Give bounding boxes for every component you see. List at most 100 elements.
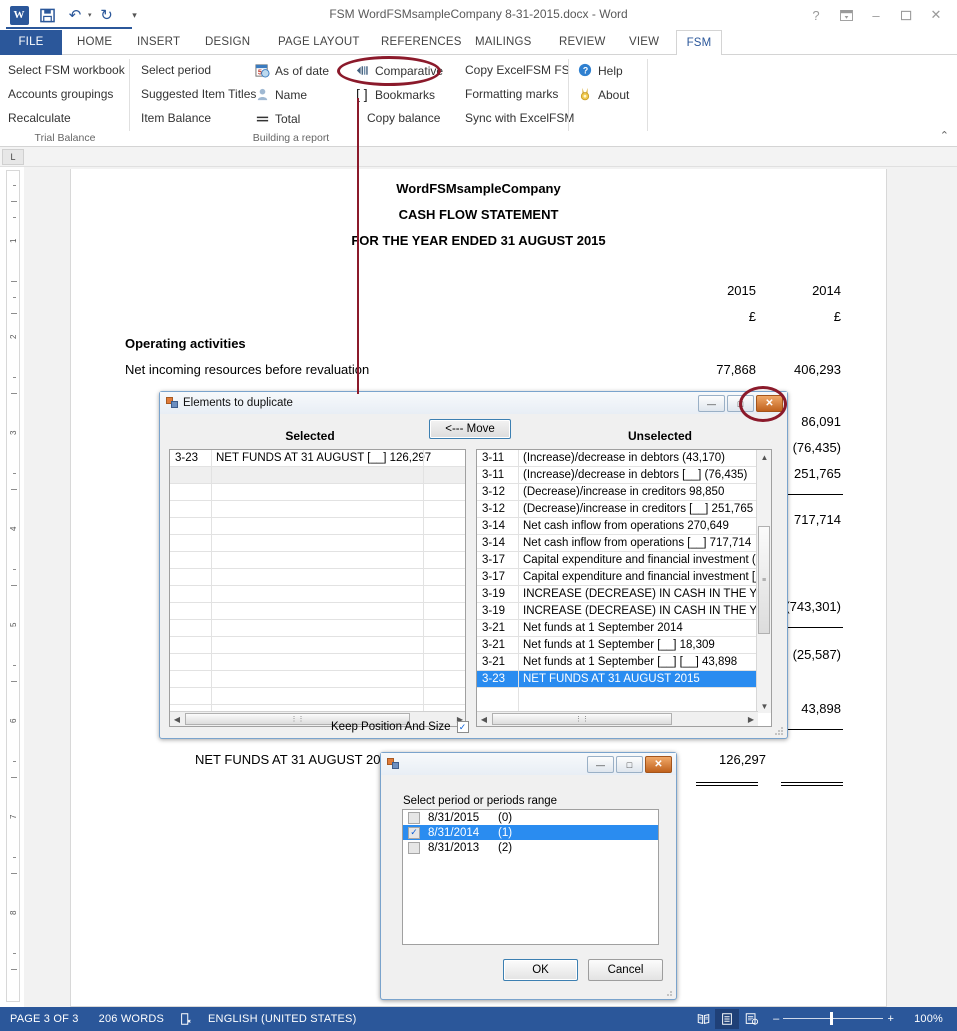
period-list-item[interactable]: 8/31/2013 (2): [403, 840, 658, 855]
select-fsm-workbook-button[interactable]: Select FSM workbook: [8, 63, 125, 77]
selected-list-row-empty[interactable]: [170, 569, 465, 586]
unselected-list-row[interactable]: 3-21 Net funds at 1 September [__] [__] 4…: [477, 654, 771, 671]
item-balance-button[interactable]: Item Balance: [141, 111, 211, 125]
dialog-window-buttons[interactable]: — □ ✕: [698, 395, 783, 412]
resize-gripper-icon[interactable]: [774, 726, 784, 736]
minimize-button[interactable]: –: [861, 5, 891, 25]
name-button[interactable]: Name: [255, 87, 307, 103]
tab-file[interactable]: FILE: [0, 30, 62, 55]
ribbon-display-options-button[interactable]: [831, 5, 861, 25]
selected-list-row-empty[interactable]: [170, 501, 465, 518]
dialog-window-buttons[interactable]: — □ ✕: [587, 756, 672, 773]
ok-button[interactable]: OK: [503, 959, 578, 981]
unselected-list-row[interactable]: 3-21 Net funds at 1 September 2014: [477, 620, 771, 637]
tab-home[interactable]: HOME: [68, 30, 121, 55]
tab-fsm[interactable]: FSM: [676, 30, 722, 56]
page-indicator[interactable]: PAGE 3 OF 3: [0, 1013, 89, 1025]
selected-list[interactable]: 3-23 NET FUNDS AT 31 AUGUST [__] 126,297…: [169, 449, 466, 727]
as-of-date-button[interactable]: 5 As of date: [255, 63, 329, 79]
selected-list-row-empty[interactable]: [170, 688, 465, 705]
unselected-list-row[interactable]: 3-23 NET FUNDS AT 31 AUGUST 2015: [477, 671, 771, 688]
resize-gripper-icon[interactable]: [663, 987, 673, 997]
tab-selector-button[interactable]: L: [2, 149, 24, 165]
tab-review[interactable]: REVIEW: [550, 30, 615, 55]
unselected-list[interactable]: 3-11 (Increase)/decrease in debtors (43,1…: [476, 449, 772, 727]
comparative-button[interactable]: Comparative: [355, 63, 443, 79]
selected-list-row-empty[interactable]: [170, 484, 465, 501]
language-indicator[interactable]: ENGLISH (UNITED STATES): [198, 1013, 366, 1025]
scroll-thumb[interactable]: ⋮⋮: [492, 713, 672, 725]
unselected-list-row[interactable]: 3-19 INCREASE (DECREASE) IN CASH IN THE Y…: [477, 586, 771, 603]
collapse-ribbon-button[interactable]: ⌃: [940, 129, 949, 142]
help-button[interactable]: ? Help: [578, 63, 623, 79]
unselected-list-row[interactable]: 3-21 Net funds at 1 September [__] 18,309: [477, 637, 771, 654]
cancel-button[interactable]: Cancel: [588, 959, 663, 981]
restore-button[interactable]: [891, 5, 921, 25]
minimize-button[interactable]: —: [698, 395, 725, 412]
selected-list-row-empty[interactable]: [170, 603, 465, 620]
period-list-item[interactable]: 8/31/2015 (0): [403, 810, 658, 825]
tab-references[interactable]: REFERENCES: [372, 30, 471, 55]
about-button[interactable]: About: [578, 87, 629, 103]
unselected-list-row[interactable]: 3-19 INCREASE (DECREASE) IN CASH IN THE Y…: [477, 603, 771, 620]
print-layout-icon[interactable]: [715, 1009, 740, 1029]
period-checkbox[interactable]: ✓: [408, 826, 420, 839]
unselected-list-row[interactable]: 3-12 (Decrease)/increase in creditors [__…: [477, 501, 771, 518]
tab-design[interactable]: DESIGN: [196, 30, 259, 55]
scroll-left-arrow[interactable]: ◀: [170, 713, 184, 726]
zoom-slider-thumb[interactable]: [830, 1012, 834, 1025]
period-checkbox[interactable]: [408, 811, 420, 824]
unselected-list-row[interactable]: 3-14 Net cash inflow from operations 270,…: [477, 518, 771, 535]
zoom-in-button[interactable]: +: [883, 1013, 904, 1025]
selected-list-row-empty[interactable]: [170, 518, 465, 535]
selected-list-row-empty[interactable]: [170, 535, 465, 552]
unselected-list-row[interactable]: 3-17 Capital expenditure and financial in…: [477, 552, 771, 569]
tab-page-layout[interactable]: PAGE LAYOUT: [269, 30, 369, 55]
web-layout-icon[interactable]: [739, 1009, 763, 1029]
unselected-list-row[interactable]: 3-12 (Decrease)/increase in creditors 98,…: [477, 484, 771, 501]
unselected-list-row[interactable]: 3-11 (Increase)/decrease in debtors (43,1…: [477, 450, 771, 467]
selected-list-row[interactable]: 3-23 NET FUNDS AT 31 AUGUST [__] 126,297: [170, 450, 465, 467]
zoom-slider[interactable]: [783, 1012, 884, 1026]
period-list-item[interactable]: ✓ 8/31/2014 (1): [403, 825, 658, 840]
copy-excelfsm-fs-button[interactable]: Copy ExcelFSM FS: [465, 63, 570, 77]
scroll-left-arrow[interactable]: ◀: [477, 713, 491, 726]
suggested-item-titles-button[interactable]: Suggested Item Titles: [141, 87, 256, 101]
elements-to-duplicate-dialog[interactable]: Elements to duplicate — □ ✕ Selected Uns…: [159, 391, 788, 739]
recalculate-button[interactable]: Recalculate: [8, 111, 71, 125]
unselected-list-row[interactable]: 3-11 (Increase)/decrease in debtors [__] …: [477, 467, 771, 484]
total-button[interactable]: Total: [255, 111, 300, 127]
selected-list-row-empty[interactable]: [170, 467, 465, 484]
unselected-list-row[interactable]: 3-17 Capital expenditure and financial in…: [477, 569, 771, 586]
formatting-marks-button[interactable]: Formatting marks: [465, 87, 558, 101]
scroll-down-arrow[interactable]: ▼: [757, 699, 771, 713]
unselected-list-vscrollbar[interactable]: ▲ ≡ ▼: [756, 450, 771, 713]
dialog-title-bar[interactable]: — □ ✕: [381, 753, 676, 775]
selected-list-row-empty[interactable]: [170, 671, 465, 688]
unselected-list-row[interactable]: 3-14 Net cash inflow from operations [__]…: [477, 535, 771, 552]
close-button[interactable]: ✕: [645, 756, 672, 773]
zoom-level[interactable]: 100%: [904, 1013, 957, 1025]
select-period-button[interactable]: Select period: [141, 63, 211, 77]
keep-position-and-size-row[interactable]: Keep Position And Size ✓: [331, 721, 469, 733]
window-controls[interactable]: ? – ✕: [801, 5, 951, 25]
sync-with-excelfsm-button[interactable]: Sync with ExcelFSM: [465, 111, 574, 125]
help-button[interactable]: ?: [801, 5, 831, 25]
selected-list-row-empty[interactable]: [170, 637, 465, 654]
select-period-dialog[interactable]: — □ ✕ Select period or periods range 8/3…: [380, 752, 677, 1000]
close-button[interactable]: ✕: [756, 395, 783, 412]
keep-position-checkbox[interactable]: ✓: [456, 721, 469, 733]
maximize-button[interactable]: □: [616, 756, 643, 773]
word-count[interactable]: 206 WORDS: [89, 1013, 174, 1025]
selected-list-row-empty[interactable]: [170, 586, 465, 603]
minimize-button[interactable]: —: [587, 756, 614, 773]
move-button[interactable]: <--- Move: [429, 419, 511, 439]
zoom-out-button[interactable]: –: [763, 1013, 783, 1025]
unselected-list-hscrollbar[interactable]: ◀ ⋮⋮ ▶: [477, 711, 758, 726]
copy-balance-button[interactable]: Copy balance: [367, 111, 440, 125]
selected-list-row-empty[interactable]: [170, 654, 465, 671]
tab-mailings[interactable]: MAILINGS: [466, 30, 541, 55]
accounts-groupings-button[interactable]: Accounts groupings: [8, 87, 113, 101]
scroll-up-arrow[interactable]: ▲: [757, 450, 771, 464]
period-list[interactable]: 8/31/2015 (0) ✓ 8/31/2014 (1) 8/31/2013 (2): [402, 809, 659, 945]
